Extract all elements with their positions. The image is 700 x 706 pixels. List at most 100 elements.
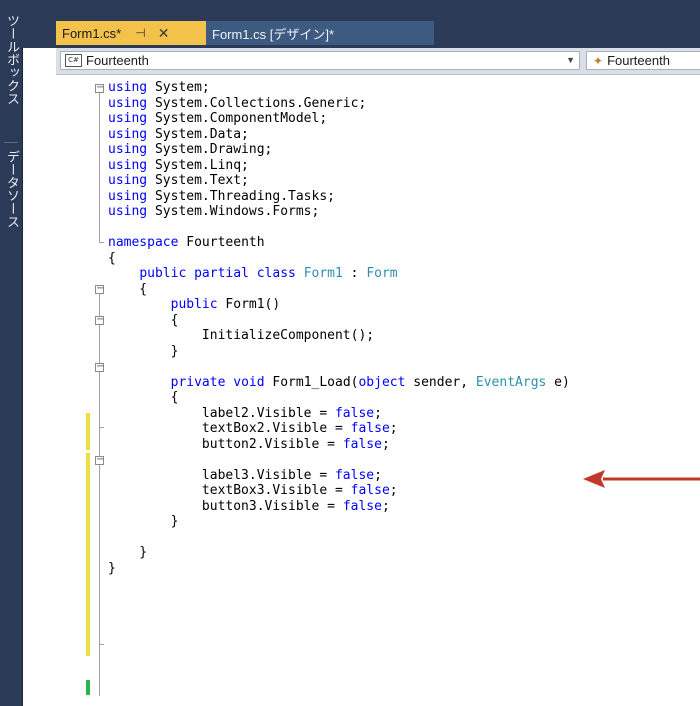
keyword-token: public	[170, 297, 218, 312]
code-line[interactable]: }	[108, 344, 570, 360]
code-token: Form1_Load(	[264, 374, 359, 390]
code-token: InitializeComponent();	[108, 328, 375, 343]
code-line[interactable]: using System.Text;	[108, 173, 570, 189]
close-icon[interactable]: ✕	[158, 25, 170, 42]
tool-strip-separator	[4, 142, 18, 143]
code-line[interactable]: private void Form1_Load(object sender, E…	[108, 375, 570, 391]
tab-form1-design[interactable]: Form1.cs [デザイン]*	[206, 21, 434, 45]
tab-form1-cs[interactable]: Form1.cs* ⊣ ✕	[56, 21, 206, 45]
code-token: sender,	[405, 374, 476, 390]
code-line[interactable]: }	[108, 514, 570, 530]
annotation-arrow-icon	[583, 470, 700, 488]
collapse-icon[interactable]: −	[95, 315, 104, 325]
code-token: System.Data;	[147, 126, 249, 142]
code-line[interactable]: label3.Visible = false;	[108, 468, 570, 484]
unsaved-change-bar	[86, 453, 90, 656]
code-token: ;	[381, 436, 390, 452]
code-line[interactable]	[108, 359, 570, 375]
code-text[interactable]: using System; using System.Collections.Ge…	[108, 80, 570, 576]
code-token: textBox3.Visible =	[108, 483, 351, 498]
code-line[interactable]: public Form1()	[108, 297, 570, 313]
code-line[interactable]: textBox3.Visible = false;	[108, 483, 570, 499]
code-line[interactable]: InitializeComponent();	[108, 328, 570, 344]
code-token: {	[108, 390, 179, 405]
code-line[interactable]: button2.Visible = false;	[108, 437, 570, 453]
code-line[interactable]: }	[108, 561, 570, 577]
code-token: {	[108, 312, 179, 328]
code-token: System.Threading.Tasks;	[147, 188, 335, 204]
code-line[interactable]: using System.ComponentModel;	[108, 111, 570, 127]
code-token: label3.Visible =	[108, 467, 335, 483]
outline-guide-end	[99, 242, 104, 243]
keyword-token: class	[256, 266, 296, 281]
type-dropdown[interactable]: ✦ Fourteenth	[586, 51, 700, 70]
code-line[interactable]: using System;	[108, 80, 570, 96]
code-line[interactable]: using System.Collections.Generic;	[108, 96, 570, 112]
code-token: ;	[389, 421, 398, 436]
keyword-token: using	[108, 204, 148, 219]
code-token: System.Collections.Generic;	[147, 95, 367, 111]
code-line[interactable]: namespace Fourteenth	[108, 235, 570, 251]
collapse-icon[interactable]: −	[95, 455, 104, 465]
code-token: System.Text;	[147, 173, 249, 188]
keyword-token: using	[108, 95, 148, 111]
keyword-token: false	[342, 436, 382, 452]
code-token: Form1()	[217, 297, 281, 312]
code-token: label2.Visible =	[108, 405, 335, 421]
code-line[interactable]: button3.Visible = false;	[108, 499, 570, 515]
code-line[interactable]: using System.Data;	[108, 127, 570, 143]
class-icon: ✦	[593, 53, 604, 68]
code-token: Fourteenth	[178, 235, 265, 250]
code-token: ;	[389, 483, 398, 498]
keyword-token: namespace	[108, 235, 179, 250]
outline-guide	[99, 325, 100, 691]
code-line[interactable]: using System.Linq;	[108, 158, 570, 174]
chevron-down-icon: ▼	[566, 55, 575, 65]
code-line[interactable]: label2.Visible = false;	[108, 406, 570, 422]
code-token: e)	[546, 374, 570, 390]
collapse-icon[interactable]: −	[95, 362, 104, 372]
unsaved-change-bar	[86, 413, 90, 450]
toolbox-tab[interactable]: ツールボックス	[2, 14, 20, 139]
code-token: System.Linq;	[147, 157, 249, 173]
project-dropdown[interactable]: C# Fourteenth ▼	[60, 51, 580, 70]
code-line[interactable]: using System.Drawing;	[108, 142, 570, 158]
code-line[interactable]: {	[108, 390, 570, 406]
keyword-token: using	[108, 157, 148, 173]
keyword-token: void	[233, 374, 265, 390]
csharp-file-icon: C#	[65, 54, 82, 67]
keyword-token: false	[350, 421, 390, 436]
pin-icon[interactable]: ⊣	[135, 26, 145, 40]
keyword-token: using	[108, 80, 148, 95]
code-line[interactable]	[108, 452, 570, 468]
keyword-token: using	[108, 173, 148, 188]
code-line[interactable]: {	[108, 282, 570, 298]
outline-guide-end	[99, 644, 104, 645]
document-tab-strip: Form1.cs* ⊣ ✕ Form1.cs [デザイン]*	[22, 0, 700, 48]
code-line[interactable]	[108, 220, 570, 236]
tab-label: Form1.cs*	[62, 25, 122, 41]
code-token: ;	[374, 467, 382, 483]
type-token: EventArgs	[475, 374, 547, 390]
code-line[interactable]: using System.Threading.Tasks;	[108, 189, 570, 205]
code-line[interactable]	[108, 530, 570, 546]
collapse-icon[interactable]: −	[95, 284, 104, 294]
code-token: textBox2.Visible =	[108, 421, 351, 436]
code-line[interactable]: {	[108, 313, 570, 329]
collapse-icon[interactable]: −	[95, 83, 104, 93]
code-token: ;	[381, 498, 390, 514]
keyword-token: using	[108, 188, 148, 204]
outline-guide-end	[99, 427, 104, 428]
code-editor[interactable]: − − − − − using System; using System.Coll…	[56, 75, 700, 706]
code-line[interactable]: }	[108, 545, 570, 561]
code-token: {	[108, 281, 148, 297]
code-line[interactable]: public partial class Form1 : Form	[108, 266, 570, 282]
datasource-tab[interactable]: データソース	[2, 150, 20, 260]
code-line[interactable]: textBox2.Visible = false;	[108, 421, 570, 437]
code-line[interactable]: {	[108, 251, 570, 267]
code-line[interactable]: using System.Windows.Forms;	[108, 204, 570, 220]
